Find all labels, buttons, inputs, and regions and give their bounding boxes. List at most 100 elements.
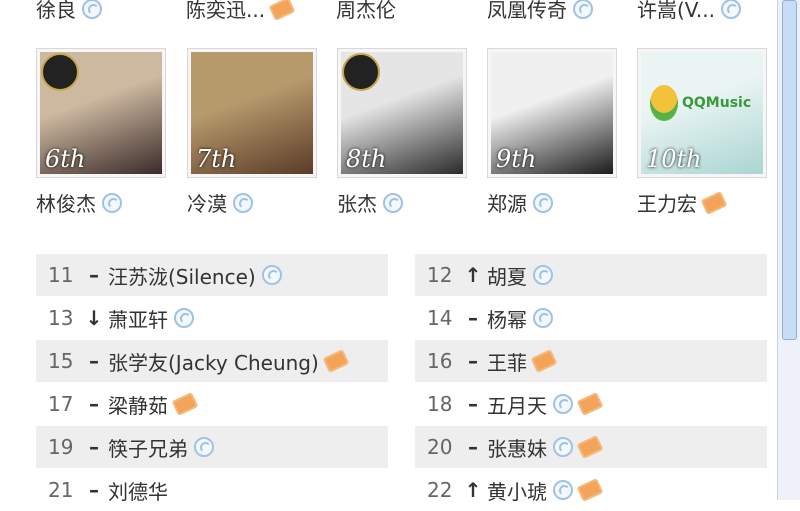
play-icon[interactable] bbox=[194, 437, 214, 457]
rank-list-item[interactable]: 22 ↑ 黄小琥 bbox=[415, 469, 767, 511]
qqmusic-logo: QQMusic bbox=[682, 95, 752, 111]
rank-list-item[interactable]: 19– 筷子兄弟 bbox=[36, 426, 388, 468]
rank-number: 22 bbox=[427, 478, 453, 502]
artist-name-text[interactable]: 张杰 bbox=[337, 188, 377, 217]
artist-name-link[interactable]: 五月天 bbox=[487, 390, 547, 419]
rank-list-item[interactable]: 13 ↓ 萧亚轩 bbox=[36, 297, 388, 339]
ticket-icon[interactable] bbox=[700, 190, 728, 215]
trend-indicator: – bbox=[468, 435, 478, 459]
rank-number: 14 bbox=[427, 306, 453, 330]
card-artist-name[interactable]: 林俊杰 bbox=[36, 188, 122, 217]
artist-name-link[interactable]: 张惠妹 bbox=[487, 433, 547, 462]
rank-number: 15 bbox=[48, 349, 74, 373]
top-artist-name[interactable]: 凤凰传奇 bbox=[487, 0, 593, 23]
play-icon[interactable] bbox=[533, 265, 553, 285]
rank-label: 9th bbox=[496, 145, 537, 173]
artist-name-text[interactable]: 林俊杰 bbox=[36, 188, 96, 217]
rank-label: 8th bbox=[346, 145, 387, 173]
trend-indicator: ↑ bbox=[464, 263, 482, 287]
rank-label: 6th bbox=[45, 145, 86, 173]
rank-list-item[interactable]: 14– 杨幂 bbox=[415, 297, 767, 339]
rank-list-item[interactable]: 15– 张学友(Jacky Cheung) bbox=[36, 340, 388, 382]
play-icon[interactable] bbox=[573, 0, 593, 19]
artist-name-link[interactable]: 胡夏 bbox=[487, 261, 527, 290]
ticket-icon[interactable] bbox=[171, 392, 199, 416]
artist-name-text[interactable]: 徐良 bbox=[36, 0, 76, 23]
artist-name-text[interactable]: 郑源 bbox=[487, 188, 527, 217]
play-icon[interactable] bbox=[82, 0, 102, 19]
play-icon[interactable] bbox=[553, 480, 573, 500]
play-icon[interactable] bbox=[553, 394, 573, 414]
rank-list-item[interactable]: 17– 梁静茹 bbox=[36, 383, 388, 425]
card-artist-name[interactable]: 冷漠 bbox=[187, 188, 253, 217]
artist-name-link[interactable]: 杨幂 bbox=[487, 304, 527, 333]
artist-photo-card[interactable]: 6th bbox=[36, 48, 166, 178]
rank-list-item[interactable]: 12 ↑ 胡夏 bbox=[415, 254, 767, 296]
play-icon[interactable] bbox=[383, 192, 403, 213]
artist-photo-card[interactable]: 7th bbox=[187, 48, 317, 178]
card-artist-name[interactable]: 王力宏 bbox=[637, 188, 728, 217]
rank-list-item[interactable]: 11– 汪苏泷(Silence) bbox=[36, 254, 388, 296]
artist-name-link[interactable]: 张学友(Jacky Cheung) bbox=[108, 347, 319, 376]
top-artist-name[interactable]: 许嵩(V... bbox=[637, 0, 741, 23]
top-artist-name[interactable]: 周杰伦 bbox=[336, 0, 396, 23]
play-icon[interactable] bbox=[553, 437, 573, 457]
artist-name-link[interactable]: 刘德华 bbox=[108, 476, 168, 505]
artist-name-text[interactable]: 冷漠 bbox=[187, 188, 227, 217]
rank-list-item[interactable]: 18– 五月天 bbox=[415, 383, 767, 425]
rank-number: 11 bbox=[48, 263, 74, 287]
scrollbar-thumb[interactable] bbox=[782, 0, 797, 340]
artist-photo-card[interactable]: 9th bbox=[487, 48, 617, 178]
top-artist-name[interactable]: 徐良 bbox=[36, 0, 102, 23]
trend-indicator: – bbox=[468, 306, 478, 330]
rank-label: 10th bbox=[646, 145, 702, 173]
play-icon[interactable] bbox=[261, 265, 282, 285]
artist-name-link[interactable]: 汪苏泷(Silence) bbox=[108, 261, 256, 290]
artist-name-link[interactable]: 梁静茹 bbox=[108, 390, 168, 419]
play-icon[interactable] bbox=[533, 308, 553, 328]
top-artist-name[interactable]: 陈奕迅... bbox=[186, 0, 296, 23]
rank-list-item[interactable]: 16– 王菲 bbox=[415, 340, 767, 382]
artist-name-link[interactable]: 筷子兄弟 bbox=[108, 433, 188, 462]
ticket-icon[interactable] bbox=[576, 478, 604, 502]
artist-name-text[interactable]: 王力宏 bbox=[637, 188, 697, 217]
artist-photo-card[interactable]: QQMusic 10th bbox=[637, 48, 767, 178]
artist-name-link[interactable]: 黄小琥 bbox=[487, 476, 547, 505]
play-icon[interactable] bbox=[233, 192, 253, 213]
ticket-icon[interactable] bbox=[576, 392, 604, 416]
play-icon[interactable] bbox=[102, 192, 122, 213]
ticket-icon[interactable] bbox=[322, 349, 350, 373]
trend-indicator: – bbox=[468, 392, 478, 416]
trend-indicator: – bbox=[89, 478, 99, 502]
trend-indicator: – bbox=[89, 349, 99, 373]
artist-name-text[interactable]: 陈奕迅... bbox=[186, 0, 265, 23]
trend-indicator: – bbox=[89, 392, 99, 416]
rank-list-item[interactable]: 21– 刘德华 bbox=[36, 469, 388, 511]
ticket-icon[interactable] bbox=[268, 0, 296, 21]
play-icon[interactable] bbox=[174, 308, 194, 328]
ticket-icon[interactable] bbox=[530, 349, 558, 373]
award-badge-icon bbox=[342, 53, 380, 91]
ticket-icon[interactable] bbox=[576, 435, 604, 459]
card-artist-name[interactable]: 张杰 bbox=[337, 188, 403, 217]
artist-name-text[interactable]: 许嵩(V... bbox=[637, 0, 715, 23]
card-artist-name[interactable]: 郑源 bbox=[487, 188, 553, 217]
trend-indicator: – bbox=[468, 349, 478, 373]
qqmusic-logo-icon bbox=[650, 85, 678, 121]
play-icon[interactable] bbox=[533, 192, 553, 213]
rank-number: 20 bbox=[427, 435, 453, 459]
artist-photo-card[interactable]: 8th bbox=[337, 48, 467, 178]
rank-number: 19 bbox=[48, 435, 74, 459]
artist-name-text[interactable]: 凤凰传奇 bbox=[487, 0, 567, 23]
artist-name-link[interactable]: 王菲 bbox=[487, 347, 527, 376]
rank-list-item[interactable]: 20– 张惠妹 bbox=[415, 426, 767, 468]
rank-number: 13 bbox=[48, 306, 74, 330]
trend-indicator: ↑ bbox=[464, 478, 482, 502]
artist-name-text[interactable]: 周杰伦 bbox=[336, 0, 396, 23]
play-icon[interactable] bbox=[720, 0, 741, 19]
rank-number: 18 bbox=[427, 392, 453, 416]
vertical-scrollbar[interactable] bbox=[777, 0, 800, 500]
rank-number: 17 bbox=[48, 392, 74, 416]
artist-name-link[interactable]: 萧亚轩 bbox=[108, 304, 168, 333]
rank-number: 12 bbox=[427, 263, 453, 287]
